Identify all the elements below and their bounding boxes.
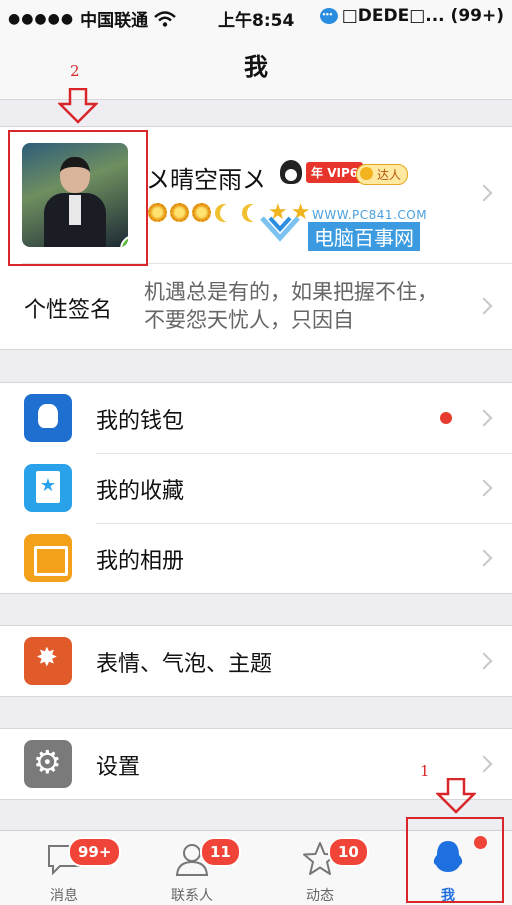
menu-group-1: 我的钱包 我的收藏 我的相册 bbox=[0, 382, 512, 594]
menu-item-label: 表情、气泡、主题 bbox=[96, 652, 273, 677]
chevron-right-icon bbox=[475, 549, 493, 567]
chevron-right-icon bbox=[475, 652, 493, 670]
tab-label: 联系人 bbox=[171, 888, 213, 904]
unread-badge: 11 bbox=[200, 837, 241, 867]
favorites-icon bbox=[24, 464, 72, 512]
level-sun-icon bbox=[148, 203, 167, 222]
me-screen: ●●●●● 中国联通 上午8:54 □DEDE□... (99+) 我 2 ✓ bbox=[0, 0, 512, 905]
annotation-arrow-down-icon bbox=[436, 778, 476, 814]
vip-badge: 年 VIP6 bbox=[280, 160, 364, 184]
unread-badge: 10 bbox=[328, 837, 369, 867]
status-bar: ●●●●● 中国联通 上午8:54 □DEDE□... (99+) bbox=[0, 0, 512, 34]
watermark-logo-icon bbox=[260, 216, 300, 242]
tab-messages[interactable]: 99+ 消息 bbox=[0, 831, 128, 905]
menu-group-2: 表情、气泡、主题 bbox=[0, 625, 512, 697]
menu-item-favorites[interactable]: 我的收藏 bbox=[0, 453, 512, 523]
page-title: 我 bbox=[244, 53, 268, 81]
wallet-icon bbox=[24, 394, 72, 442]
annotation-box-me-tab bbox=[406, 817, 504, 903]
menu-item-label: 我的相册 bbox=[96, 549, 185, 574]
watermark-name: 电脑百事网 bbox=[308, 222, 420, 251]
menu-item-label: 我的收藏 bbox=[96, 479, 185, 504]
chevron-right-icon bbox=[475, 409, 493, 427]
profile-chevron-icon bbox=[475, 184, 493, 202]
status-notification: □DEDE□... (99+) bbox=[341, 6, 504, 26]
signature-row[interactable]: 个性签名 机遇总是有的，如果把握不住，不要怨天忧人，只因自 bbox=[0, 262, 512, 350]
watermark-url: WWW.PC841.COM bbox=[312, 208, 428, 222]
level-moon-icon bbox=[220, 204, 238, 222]
emoji-theme-icon bbox=[24, 637, 72, 685]
status-time: 上午8:54 bbox=[218, 11, 295, 31]
menu-item-label: 我的钱包 bbox=[96, 409, 185, 434]
profile-nickname: 〤晴空雨〤 bbox=[146, 166, 266, 194]
daren-badge: 达人 bbox=[356, 164, 409, 185]
annotation-arrow-down-icon bbox=[58, 88, 98, 124]
settings-icon bbox=[24, 740, 72, 788]
qq-penguin-icon bbox=[280, 160, 302, 184]
level-sun-icon bbox=[170, 203, 189, 222]
tab-label: 动态 bbox=[306, 888, 334, 904]
album-icon bbox=[24, 534, 72, 582]
chevron-right-icon bbox=[475, 755, 493, 773]
annotation-marker-2: 2 bbox=[70, 62, 80, 80]
annotation-box-avatar bbox=[8, 130, 148, 266]
signature-chevron-icon bbox=[475, 297, 493, 315]
new-indicator-dot bbox=[440, 412, 452, 424]
tab-feeds[interactable]: 10 动态 bbox=[256, 831, 384, 905]
menu-item-label: 设置 bbox=[96, 755, 141, 780]
tab-contacts[interactable]: 11 联系人 bbox=[128, 831, 256, 905]
menu-item-emoji-theme[interactable]: 表情、气泡、主题 bbox=[0, 626, 512, 696]
chevron-right-icon bbox=[475, 479, 493, 497]
menu-item-album[interactable]: 我的相册 bbox=[0, 523, 512, 593]
level-sun-icon bbox=[192, 203, 211, 222]
menu-item-wallet[interactable]: 我的钱包 bbox=[0, 383, 512, 453]
vip-level-tag: 年 VIP6 bbox=[306, 161, 364, 183]
carrier-name: 中国联通 bbox=[80, 11, 149, 31]
tab-label: 消息 bbox=[50, 888, 78, 904]
signal-strength-icon: ●●●●● bbox=[8, 10, 75, 27]
wifi-icon bbox=[154, 10, 176, 27]
chat-bubble-icon bbox=[319, 8, 338, 24]
signature-label: 个性签名 bbox=[24, 298, 113, 323]
unread-badge: 99+ bbox=[68, 837, 122, 867]
annotation-marker-1: 1 bbox=[420, 762, 430, 780]
signature-text: 机遇总是有的，如果把握不住，不要怨天忧人，只因自 bbox=[144, 280, 438, 332]
